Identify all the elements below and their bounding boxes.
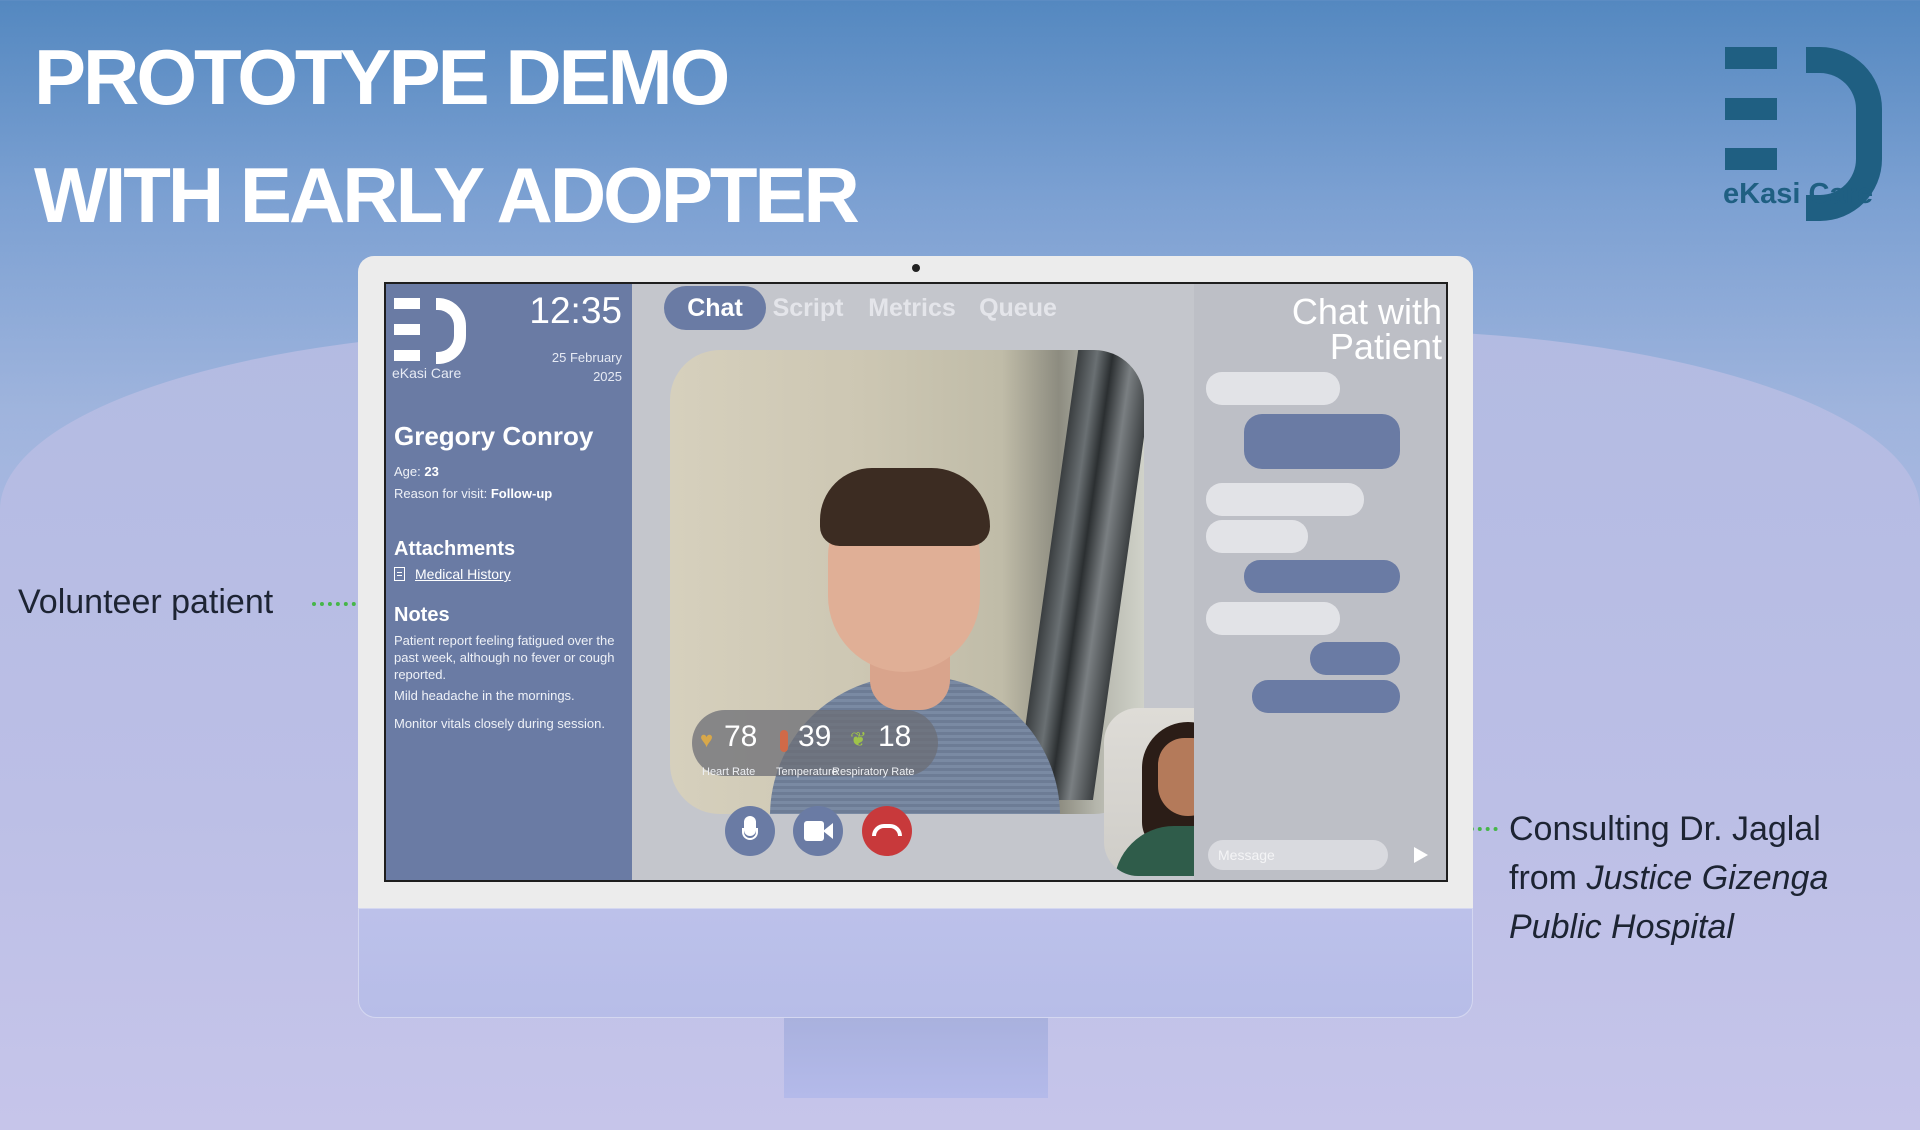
app-logo-icon [394, 298, 468, 364]
patient-age: Age: 23 [394, 464, 439, 479]
camera-button[interactable] [793, 806, 843, 856]
chat-bubble-incoming [1206, 483, 1364, 516]
brand-logo: eKasi Care [1722, 44, 1882, 221]
heart-icon: ♥ [700, 727, 714, 752]
note-item: Monitor vitals closely during session. [394, 716, 605, 731]
chat-panel: Chat with Patient [1194, 284, 1446, 880]
webcam-dot [912, 264, 920, 272]
tab-chat[interactable]: Chat [664, 286, 766, 330]
vital-label: Temperature [776, 766, 838, 778]
video-call-area: Chat Script Metrics Queue ♥ 78 Heart Rat… [632, 284, 1272, 880]
microphone-button[interactable] [725, 806, 775, 856]
thermometer-icon [780, 730, 788, 752]
annotation-volunteer-patient: Volunteer patient [18, 583, 274, 621]
send-button[interactable] [1410, 844, 1432, 866]
note-item: Mild headache in the mornings. [394, 688, 575, 703]
visit-reason-value: Follow-up [490, 486, 553, 501]
chat-bubble-outgoing [1244, 414, 1400, 469]
tab-queue[interactable]: Queue [968, 286, 1068, 330]
app-screen: eKasi Care 12:35 25 February 2025 Gregor… [384, 282, 1448, 882]
patient-sidebar: eKasi Care 12:35 25 February 2025 Gregor… [386, 284, 632, 880]
lungs-icon: ❦ [850, 729, 867, 751]
patient-visit-reason: Reason for visit: Follow-up [394, 486, 552, 501]
patient-name: Gregory Conroy [394, 421, 594, 451]
tab-script[interactable]: Script [760, 286, 856, 330]
date-day-month: 25 February [551, 350, 622, 365]
vital-value: 39 [798, 720, 832, 753]
chat-bubble-outgoing [1310, 642, 1400, 675]
attachment-medical-history-link[interactable]: Medical History [394, 566, 511, 582]
annotation-hospital-name-2: Public Hospital [1509, 908, 1734, 946]
chat-bubble-outgoing [1252, 680, 1400, 713]
patient-hair [820, 468, 990, 546]
attachment-label: Medical History [415, 566, 511, 582]
attachments-heading: Attachments [394, 538, 516, 560]
monitor-bezel: eKasi Care 12:35 25 February 2025 Gregor… [358, 256, 1473, 908]
patient-video-feed: ♥ 78 Heart Rate 39 Temperature ❦ 18 Resp… [670, 350, 1144, 814]
end-call-button[interactable] [862, 806, 912, 856]
date-year: 2025 [593, 369, 622, 384]
message-input[interactable] [1208, 840, 1388, 870]
vital-value: 18 [878, 720, 912, 753]
annotation-hospital-name-1: Justice Gizenga [1586, 859, 1829, 897]
monitor-chin [358, 908, 1473, 1018]
clock-date: 25 February 2025 [552, 348, 622, 386]
slide-title: PROTOTYPE DEMO WITH EARLY ADOPTER [34, 18, 860, 254]
app-brand-name: eKasi Care [392, 365, 462, 381]
slide-title-line-2: WITH EARLY ADOPTER [34, 151, 860, 239]
visit-reason-label: Reason for visit: [394, 486, 488, 501]
patient-age-label: Age: [394, 464, 421, 479]
chat-title: Chat with Patient [1292, 294, 1442, 367]
monitor-stand [784, 1018, 1048, 1098]
annotation-right-line-2-prefix: from [1509, 859, 1587, 897]
slide-title-line-1: PROTOTYPE DEMO [34, 33, 730, 121]
notes-heading: Notes [394, 604, 450, 626]
chat-bubble-incoming [1206, 520, 1308, 553]
monitor-mockup: eKasi Care 12:35 25 February 2025 Gregor… [358, 256, 1473, 1098]
vital-label: Respiratory Rate [832, 766, 915, 778]
document-icon [394, 567, 405, 581]
vital-value: 78 [724, 720, 758, 753]
patient-age-value: 23 [424, 464, 439, 479]
chat-bubble-incoming [1206, 602, 1340, 635]
chat-bubble-outgoing [1244, 560, 1400, 593]
annotation-consulting-doctor: Consulting Dr. Jaglal from Justice Gizen… [1509, 805, 1828, 952]
hang-up-icon [872, 824, 902, 836]
clock-time: 12:35 [529, 290, 622, 331]
brand-name: eKasi Care [1723, 178, 1873, 210]
video-camera-icon [804, 821, 824, 841]
chat-title-line-2: Patient [1329, 326, 1442, 367]
note-item: Patient report feeling fatigued over the… [394, 633, 615, 682]
vitals-overlay: ♥ 78 Heart Rate 39 Temperature ❦ 18 Resp… [692, 710, 938, 778]
vital-label: Heart Rate [702, 766, 756, 778]
chat-bubble-incoming [1206, 372, 1340, 405]
annotation-right-line-1: Consulting Dr. Jaglal [1509, 810, 1821, 848]
send-icon [1414, 847, 1428, 863]
tab-metrics[interactable]: Metrics [856, 286, 968, 330]
